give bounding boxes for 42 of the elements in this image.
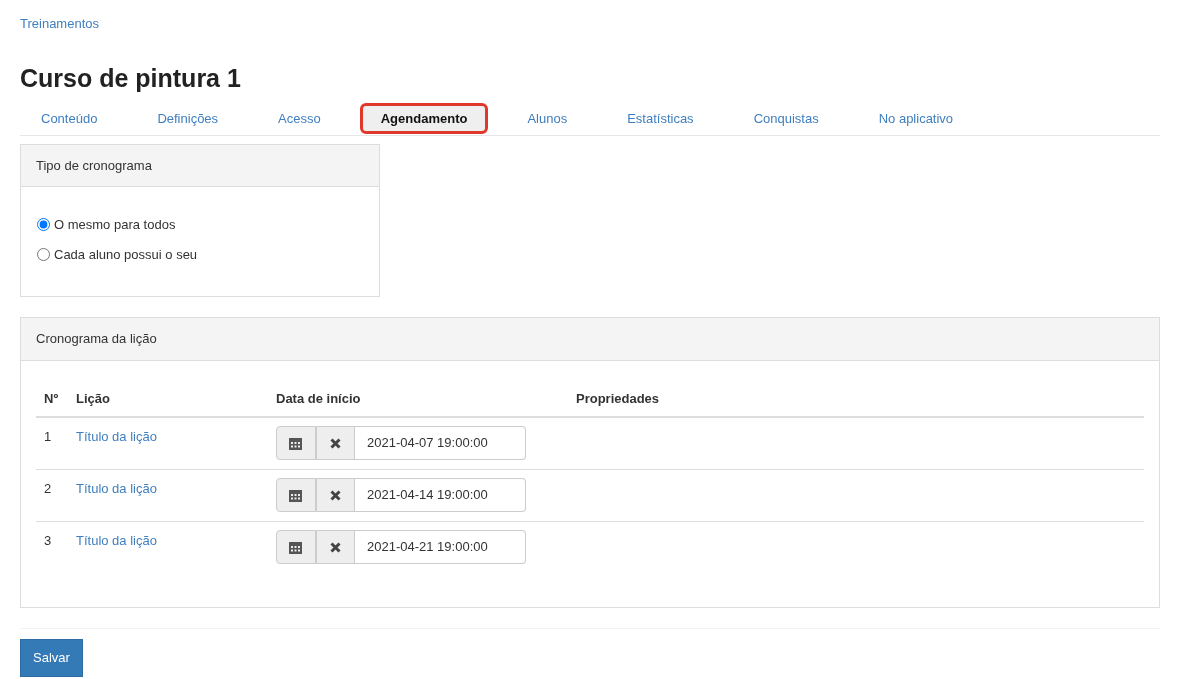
tab[interactable]: Alunos — [506, 102, 589, 135]
column-header: Propriedades — [568, 380, 1144, 417]
clear-button[interactable] — [315, 426, 355, 460]
calendar-icon — [289, 488, 303, 502]
radio-label: Cada aluno possui o seu — [54, 245, 198, 264]
calendar-button[interactable] — [276, 478, 316, 512]
date-field[interactable]: 2021-04-07 19:00:00 — [355, 426, 526, 460]
tab[interactable]: Conteúdo — [20, 102, 119, 135]
radio-label: O mesmo para todos — [54, 216, 176, 234]
row-number: 3 — [44, 533, 52, 548]
calendar-icon — [289, 540, 303, 554]
clear-button[interactable] — [315, 530, 355, 564]
close-icon — [329, 489, 341, 501]
lesson-link[interactable]: Título da lição — [76, 481, 157, 496]
radio-button[interactable] — [37, 218, 50, 232]
page-title: Curso de pintura 1 — [20, 62, 242, 93]
calendar-button[interactable] — [276, 426, 316, 460]
panel-heading: Cronograma da lição — [21, 318, 1159, 361]
tab[interactable]: Definições — [136, 102, 240, 135]
column-header: Lição — [68, 380, 268, 417]
radio-button[interactable] — [37, 247, 50, 261]
column-header: Data de início — [268, 380, 568, 417]
breadcrumb-link[interactable]: Treinamentos — [20, 16, 99, 31]
tab[interactable]: Estatísticas — [606, 102, 715, 135]
calendar-icon — [289, 436, 303, 450]
close-icon — [329, 541, 341, 553]
tab[interactable]: Acesso — [257, 102, 342, 135]
column-header: Nº — [36, 380, 68, 417]
date-field[interactable]: 2021-04-21 19:00:00 — [355, 530, 526, 564]
panel-heading: Tipo de cronograma — [21, 144, 379, 187]
calendar-button[interactable] — [276, 530, 316, 564]
save-button[interactable]: Salvar — [20, 639, 83, 677]
date-field[interactable]: 2021-04-14 19:00:00 — [355, 478, 526, 512]
clear-button[interactable] — [315, 478, 355, 512]
tab[interactable]: Agendamento — [359, 102, 489, 135]
lesson-link[interactable]: Título da lição — [76, 429, 157, 444]
row-number: 1 — [44, 429, 52, 444]
tab[interactable]: Conquistas — [732, 102, 840, 135]
row-number: 2 — [44, 481, 52, 496]
lesson-link[interactable]: Título da lição — [76, 533, 157, 548]
close-icon — [329, 437, 341, 449]
tab[interactable]: No aplicativo — [857, 102, 975, 135]
